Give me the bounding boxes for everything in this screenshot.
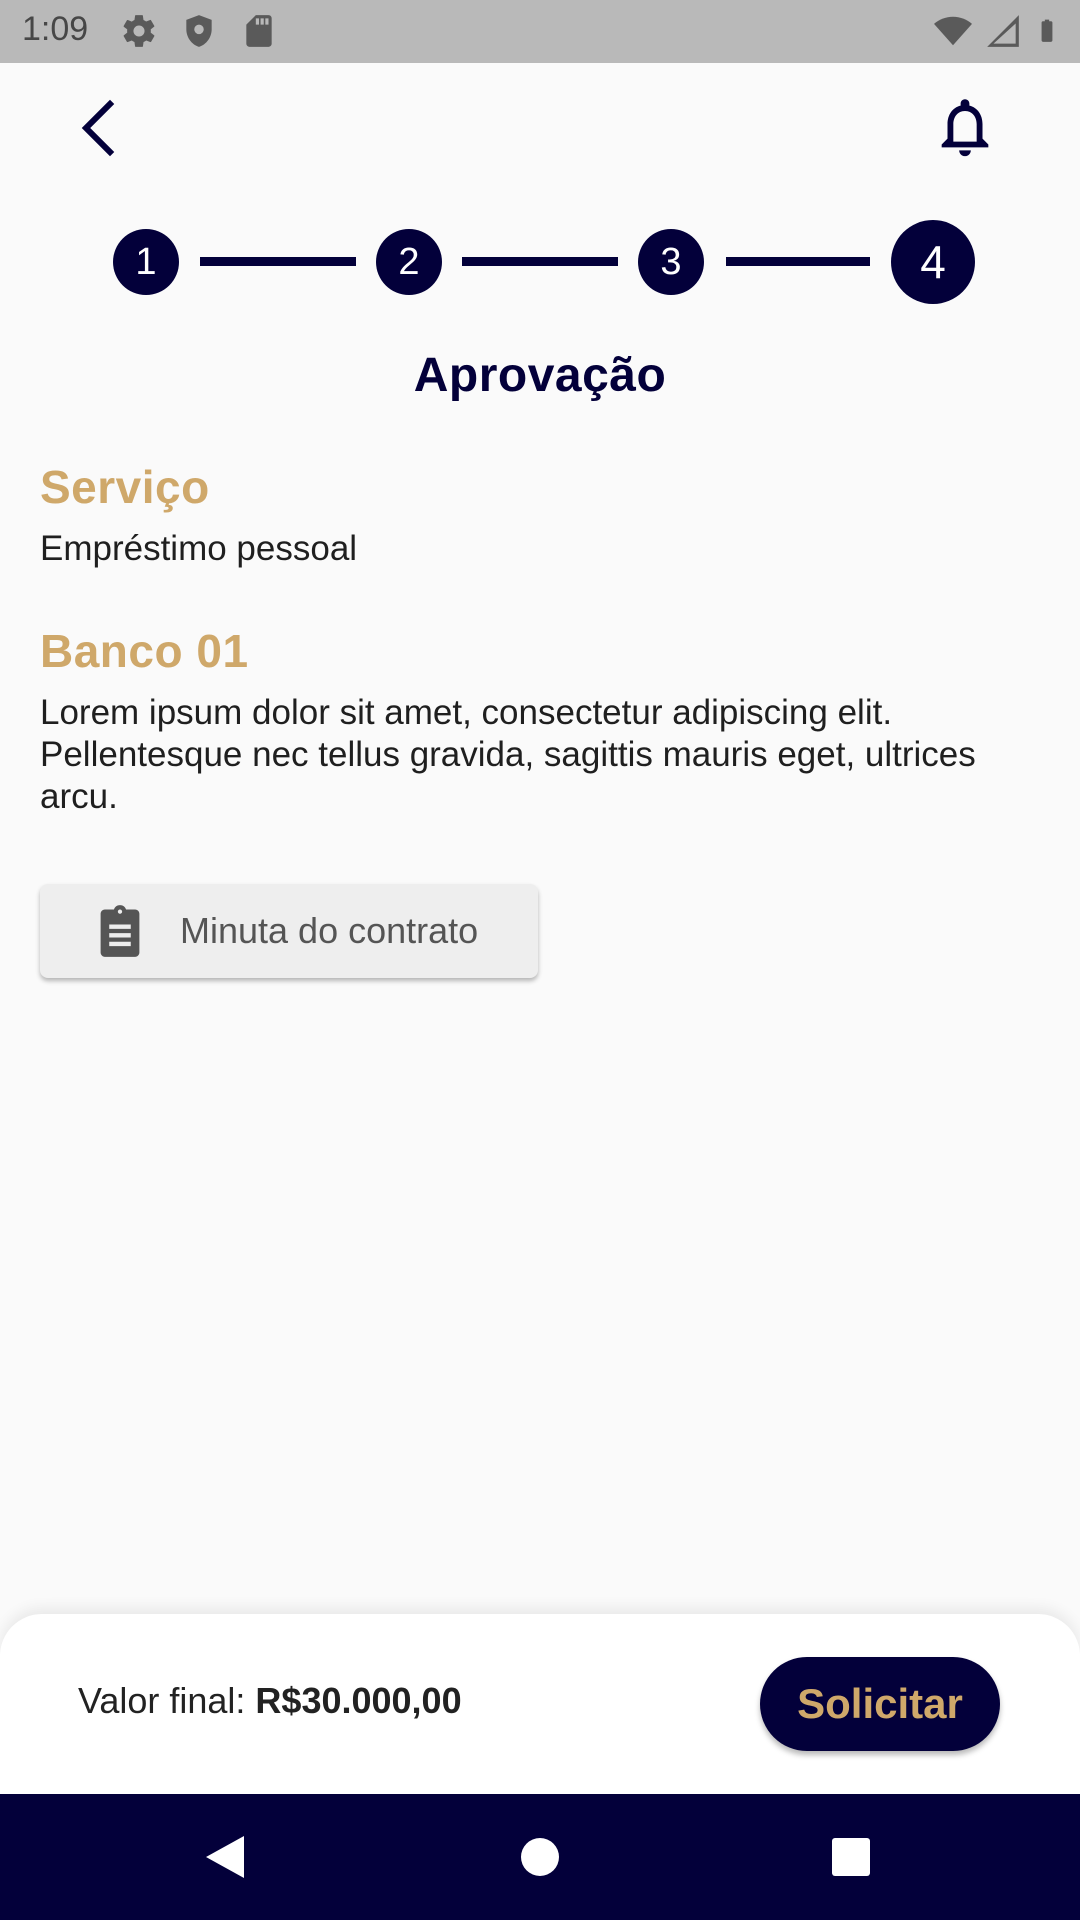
step-1: 1 <box>113 229 179 295</box>
shield-icon <box>186 15 212 47</box>
step-4-current: 4 <box>891 220 975 304</box>
home-circle-icon[interactable] <box>515 1832 565 1882</box>
recents-square-icon[interactable] <box>826 1832 876 1882</box>
chevron-left-icon <box>81 99 115 157</box>
system-nav-bar <box>0 1794 1080 1920</box>
battery-icon <box>1041 19 1053 42</box>
contract-draft-button[interactable]: Minuta do contrato <box>40 884 538 978</box>
request-button[interactable]: Solicitar <box>760 1657 1000 1751</box>
status-right-icons <box>934 12 1060 50</box>
screen: 1:09 1 2 3 4 Aprovação Serviço Empréstim… <box>0 0 1080 1920</box>
service-heading: Serviço <box>40 461 210 513</box>
bottom-sheet: Valor final: R$30.000,00 Solicitar <box>0 1614 1080 1794</box>
final-value-amount: R$30.000,00 <box>255 1680 462 1721</box>
clipboard-icon <box>100 905 140 957</box>
status-time: 1:09 <box>22 10 89 48</box>
step-connector <box>200 257 356 266</box>
final-value-label: Valor final: <box>78 1680 256 1721</box>
signal-icon <box>987 15 1019 47</box>
settings-icon <box>123 15 155 47</box>
step-connector <box>462 257 618 266</box>
service-value: Empréstimo pessoal <box>40 529 358 568</box>
page-title: Aprovação <box>413 349 667 402</box>
step-connector <box>726 257 870 266</box>
status-bar: 1:09 <box>0 0 1080 63</box>
progress-stepper: 1 2 3 4 <box>0 218 1080 306</box>
bank-heading: Banco 01 <box>40 625 249 677</box>
back-button[interactable] <box>70 92 130 162</box>
step-3: 3 <box>638 229 704 295</box>
bell-icon <box>941 99 989 157</box>
notification-button[interactable] <box>930 92 1000 162</box>
contract-draft-label: Minuta do contrato <box>180 910 479 951</box>
bank-description: Lorem ipsum dolor sit amet, consectetur … <box>40 693 976 816</box>
status-left-icons <box>120 12 278 50</box>
back-triangle-icon[interactable] <box>200 1832 250 1882</box>
wifi-icon <box>934 16 972 46</box>
final-value: Valor final: R$30.000,00 <box>78 1680 462 1722</box>
step-2: 2 <box>376 229 442 295</box>
sd-card-icon <box>246 15 272 47</box>
